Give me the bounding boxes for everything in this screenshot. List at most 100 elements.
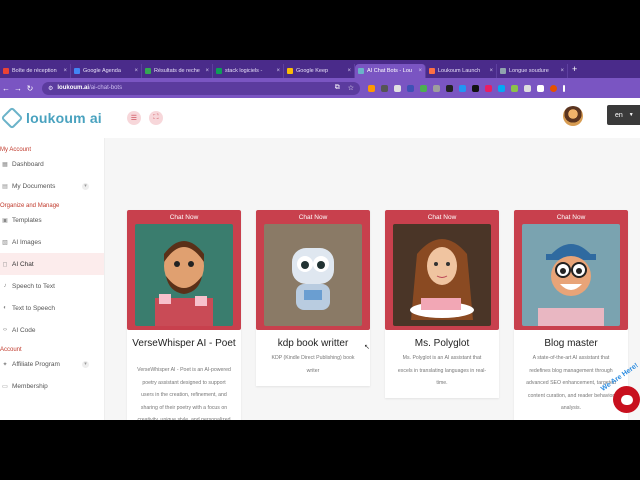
tab-title: Loukoum Launch	[438, 68, 481, 74]
sidebar-item-label: Speech to Text	[12, 282, 55, 290]
browser-tab[interactable]: Google Agenda ×	[71, 64, 142, 78]
chat-now-button[interactable]: Chat Now	[514, 210, 628, 330]
close-tab-icon[interactable]: ×	[63, 68, 67, 74]
extension-icon[interactable]	[498, 84, 505, 92]
bookmark-star-icon[interactable]: ☆	[348, 84, 354, 92]
sidebar-item-text-to-speech[interactable]: ◐ Text to Speech	[0, 297, 104, 319]
sidebar-item-ai-code[interactable]: ‹› AI Code	[0, 319, 104, 341]
tab-favicon-icon	[287, 68, 293, 74]
tab-favicon-icon	[358, 68, 364, 74]
extension-icon[interactable]	[472, 84, 479, 92]
browser-tab[interactable]: Loukoum Launch ×	[426, 64, 497, 78]
sidebar-item-templates[interactable]: ▣ Templates	[0, 209, 104, 231]
extension-icon[interactable]	[420, 84, 427, 92]
bot-name: VerseWhisper AI - Poet	[132, 338, 236, 349]
forward-icon[interactable]: →	[12, 84, 24, 93]
close-tab-icon[interactable]: ×	[347, 68, 351, 74]
chat-now-button[interactable]: Chat Now	[256, 210, 370, 330]
chat-now-label: Chat Now	[169, 214, 199, 221]
close-tab-icon[interactable]: ×	[205, 68, 209, 74]
browser-tab[interactable]: stack logiciels - ×	[213, 64, 284, 78]
logo-mark-icon	[0, 106, 24, 130]
caret-down-icon: ▼	[628, 112, 634, 118]
browser-tab[interactable]: AI Chat Bots - Lou ×	[355, 64, 426, 78]
extension-icon[interactable]	[381, 84, 388, 92]
extension-icon[interactable]	[459, 84, 466, 92]
url-input[interactable]: ⚙ loukoum.ai/ai-chat-bots ⧉ ☆	[42, 81, 360, 95]
bot-name: Ms. Polyglot	[414, 338, 470, 349]
sidebar-item-label: Affiliate Program	[12, 360, 60, 368]
close-tab-icon[interactable]: ×	[489, 68, 493, 74]
tab-favicon-icon	[145, 68, 151, 74]
logo-text: loukoum ai	[26, 110, 102, 126]
sidebar-item-label: AI Images	[12, 238, 42, 246]
bot-name: Blog master	[544, 338, 598, 349]
document-icon: ▤	[2, 183, 8, 190]
chat-now-button[interactable]: Chat Now	[385, 210, 499, 330]
extension-icon[interactable]	[511, 84, 518, 92]
bot-card[interactable]: Chat Now VerseWhisper AI - Poet VerseWhisp…	[127, 210, 241, 420]
profile-icon[interactable]	[550, 84, 557, 92]
bot-card[interactable]: Chat Now Ms. Polyglot Ms. Polyglot is an A…	[385, 210, 499, 398]
chat-widget-button[interactable]	[613, 386, 640, 413]
close-tab-icon[interactable]: ×	[134, 68, 138, 74]
sidebar-item-ai-images[interactable]: ▧ AI Images	[0, 231, 104, 253]
chat-now-label: Chat Now	[556, 214, 586, 221]
sidebar-item-label: Membership	[12, 382, 48, 390]
close-tab-icon[interactable]: ×	[418, 68, 422, 74]
close-tab-icon[interactable]: ×	[276, 68, 280, 74]
chat-bubble-icon	[620, 394, 633, 405]
bot-card[interactable]: Chat Now Blog master A state-of-the-art AI…	[514, 210, 628, 420]
tab-favicon-icon	[74, 68, 80, 74]
sidebar-item-dashboard[interactable]: ▦ Dashboard	[0, 153, 104, 175]
bot-avatar-image	[393, 224, 491, 326]
sidebar-item-affiliate-program[interactable]: ✦ Affiliate Program ▾	[0, 353, 104, 375]
chevron-down-icon[interactable]: ▾	[82, 182, 89, 190]
tab-strip: Boîte de réception × Google Agenda × Résulta…	[0, 60, 640, 78]
bot-card[interactable]: Chat Now kdp book writter KDP (Kindle Dire…	[256, 210, 370, 386]
tab-title: Longue soudure	[509, 68, 549, 74]
tab-title: Google Agenda	[83, 68, 121, 74]
menu-toggle-button[interactable]: ☰	[126, 111, 141, 125]
site-info-icon[interactable]: ⚙	[48, 85, 53, 92]
menu-kebab-icon[interactable]	[563, 84, 565, 92]
new-tab-button[interactable]: +	[572, 64, 577, 74]
extension-icon[interactable]	[446, 84, 453, 92]
tab-favicon-icon	[216, 68, 222, 74]
extension-icon[interactable]	[394, 84, 401, 92]
extension-icon[interactable]	[368, 84, 375, 92]
back-icon[interactable]: ←	[0, 84, 12, 93]
extension-icon[interactable]	[433, 84, 440, 92]
chevron-down-icon[interactable]: ▾	[82, 360, 89, 368]
open-in-app-icon[interactable]: ⧉	[335, 84, 340, 92]
close-tab-icon[interactable]: ×	[560, 68, 564, 74]
bot-description: Ms. Polyglot is an AI assistant that exc…	[397, 355, 487, 386]
bot-name: kdp book writter	[277, 338, 349, 349]
download-icon[interactable]	[537, 84, 544, 92]
avatar[interactable]	[563, 106, 583, 126]
sidebar-item-membership[interactable]: ▭ Membership	[0, 375, 104, 397]
browser-tab[interactable]: Longue soudure ×	[497, 64, 568, 78]
language-select[interactable]: en ▼	[607, 105, 640, 125]
fullscreen-button[interactable]: ⛶	[148, 111, 163, 125]
extension-icon[interactable]	[407, 84, 414, 92]
browser-tab[interactable]: Résultats de reche ×	[142, 64, 213, 78]
chat-now-button[interactable]: Chat Now	[127, 210, 241, 330]
bots-grid: Chat Now VerseWhisper AI - Poet VerseWhisp…	[105, 138, 640, 420]
sidebar-item-label: My Documents	[12, 182, 56, 190]
puzzle-icon[interactable]	[524, 84, 531, 92]
sidebar-item-label: AI Code	[12, 326, 36, 334]
tab-title: Résultats de reche	[154, 68, 200, 74]
extension-icon[interactable]	[485, 84, 492, 92]
sidebar-item-speech-to-text[interactable]: ♪ Speech to Text	[0, 275, 104, 297]
sidebar-item-my-documents[interactable]: ▤ My Documents ▾	[0, 175, 104, 197]
browser-tab[interactable]: Boîte de réception ×	[0, 64, 71, 78]
tab-title: stack logiciels -	[225, 68, 263, 74]
reload-icon[interactable]: ↻	[24, 84, 36, 93]
browser-tab[interactable]: Google Keep ×	[284, 64, 355, 78]
code-icon: ‹›	[3, 327, 7, 333]
sidebar-item-label: Text to Speech	[12, 304, 55, 312]
logo[interactable]: loukoum ai	[0, 106, 102, 130]
mic-icon: ♪	[3, 283, 7, 289]
sidebar-item-ai-chat[interactable]: ◻ AI Chat	[0, 253, 104, 275]
